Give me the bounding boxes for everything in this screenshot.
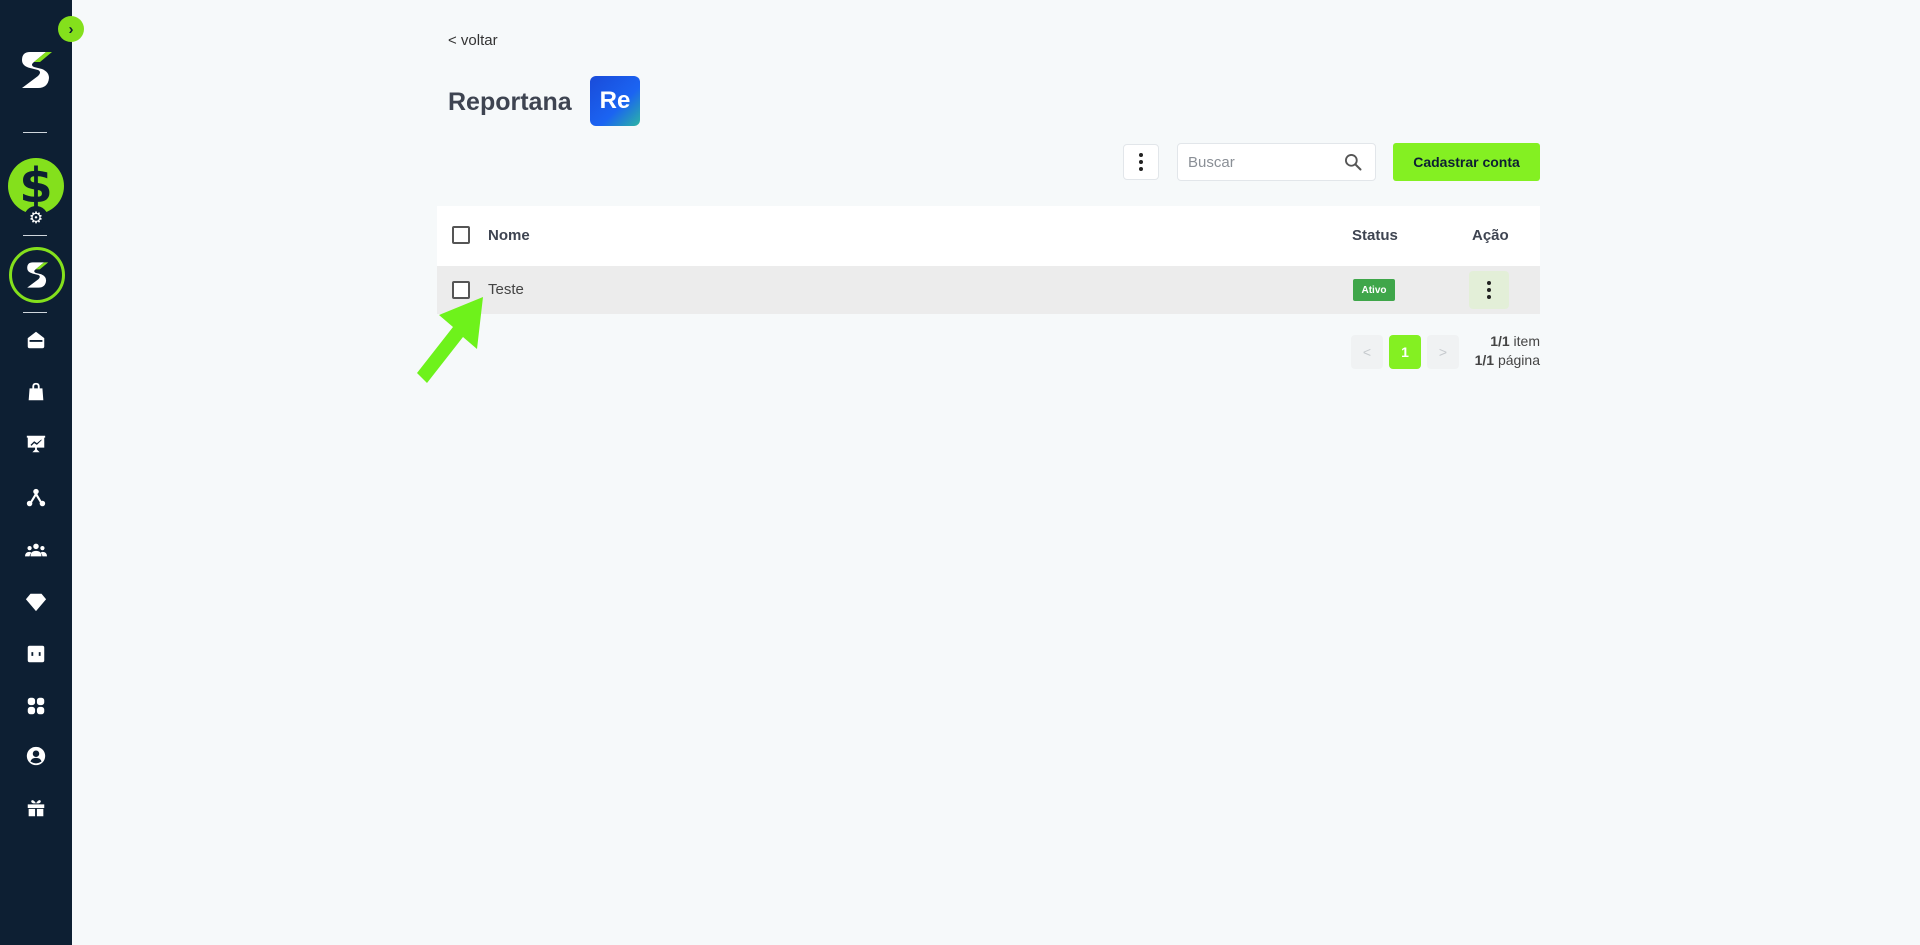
vertical-dots-icon	[1487, 281, 1491, 299]
column-header-name[interactable]: Nome	[488, 227, 530, 244]
network-icon[interactable]	[22, 484, 50, 512]
items-count: 1/1 item	[1490, 333, 1540, 349]
pages-count-value: 1/1	[1474, 352, 1495, 368]
accounts-table: Nome Status Ação Teste Ativo	[437, 206, 1540, 314]
sidebar-divider	[23, 235, 47, 236]
user-circle-icon[interactable]	[22, 742, 50, 770]
select-all-checkbox[interactable]	[452, 226, 470, 244]
pagination-next-button[interactable]: >	[1427, 335, 1459, 369]
pagination-page-button[interactable]: 1	[1389, 335, 1421, 369]
status-badge: Ativo	[1353, 279, 1395, 301]
sidebar-expand-button[interactable]: ›	[58, 16, 84, 42]
table-header: Nome Status Ação	[437, 206, 1540, 266]
home-icon[interactable]	[22, 326, 50, 354]
apps-grid-icon[interactable]	[22, 692, 50, 720]
search-icon[interactable]	[1343, 152, 1363, 172]
annotation-arrow-icon	[417, 297, 483, 383]
table-row[interactable]: Teste Ativo	[437, 266, 1540, 314]
sidebar-divider	[23, 312, 47, 313]
pagination-prev-button[interactable]: <	[1351, 335, 1383, 369]
pages-count: 1/1 página	[1475, 352, 1540, 368]
vertical-dots-icon	[1139, 153, 1143, 171]
app-logo-text: Re	[599, 87, 631, 114]
app-logo: Re	[590, 76, 640, 126]
column-header-status[interactable]: Status	[1352, 227, 1398, 244]
wallet-icon[interactable]	[22, 640, 50, 668]
page-title: Reportana	[448, 88, 572, 116]
gift-icon[interactable]	[22, 794, 50, 822]
column-header-action: Ação	[1472, 227, 1509, 244]
users-icon[interactable]	[22, 536, 50, 564]
sidebar-divider	[23, 132, 47, 133]
brand-logo-icon[interactable]	[16, 48, 56, 92]
items-count-value: 1/1	[1490, 333, 1510, 349]
search-box	[1177, 143, 1376, 181]
shopping-bag-icon[interactable]	[22, 378, 50, 406]
row-actions-button[interactable]	[1469, 271, 1509, 309]
sidebar: $ ⚙	[0, 0, 72, 945]
register-account-button[interactable]: Cadastrar conta	[1393, 143, 1540, 181]
chevron-right-icon: ›	[68, 20, 74, 38]
presentation-chart-icon[interactable]	[22, 430, 50, 458]
back-link[interactable]: < voltar	[448, 32, 498, 49]
brand-ring-icon[interactable]	[9, 247, 65, 303]
more-options-button[interactable]	[1123, 144, 1159, 180]
diamond-icon[interactable]	[22, 588, 50, 616]
pages-count-label: página	[1497, 352, 1540, 368]
items-count-label: item	[1513, 333, 1540, 349]
search-input[interactable]	[1188, 144, 1338, 180]
gear-icon[interactable]: ⚙	[24, 206, 48, 230]
